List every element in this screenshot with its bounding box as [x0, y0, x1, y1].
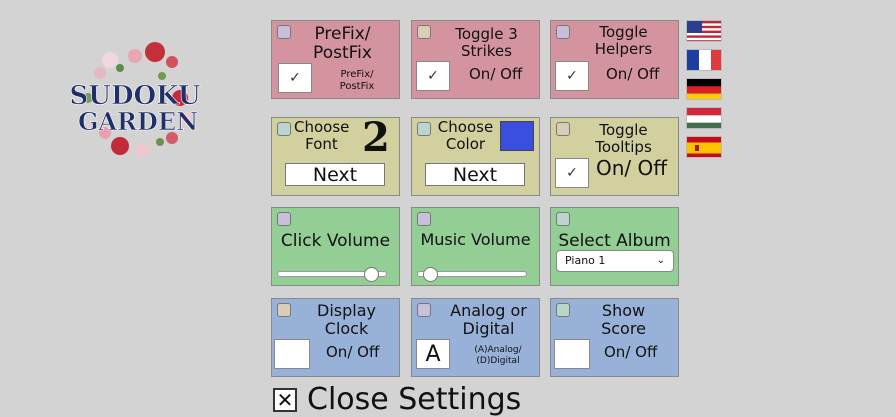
toggle-helpers-checkbox[interactable]: ✓: [555, 61, 589, 91]
toggle-tooltips-state: On/ Off: [596, 156, 668, 180]
font-preview-digit: 2: [362, 114, 390, 161]
close-icon[interactable]: ✕: [273, 388, 297, 412]
svg-text:GARDEN: GARDEN: [78, 107, 198, 136]
card-corner-checkbox[interactable]: [417, 303, 431, 317]
toggle-strikes-card: Toggle 3 Strikes ✓ On/ Off: [411, 20, 540, 99]
toggle-tooltips-checkbox[interactable]: ✓: [555, 158, 589, 188]
close-settings-label[interactable]: Close Settings: [307, 382, 521, 417]
display-clock-title: Display Clock: [317, 301, 376, 338]
us-flag-icon[interactable]: [686, 20, 722, 42]
prefix-postfix-state: PreFix/ PostFix: [339, 69, 375, 92]
toggle-tooltips-card: Toggle Tooltips ✓ On/ Off: [550, 117, 679, 196]
choose-font-title: Choose Font: [294, 118, 350, 153]
hungary-flag-icon[interactable]: [686, 107, 722, 129]
prefix-postfix-checkbox[interactable]: ✓: [278, 63, 312, 93]
music-volume-title: Music Volume: [420, 230, 531, 249]
analog-digital-hint: (A)Analog/ (D)Digital: [474, 345, 522, 366]
select-album-title: Select Album: [558, 231, 671, 251]
prefix-postfix-card: PreFix/ PostFix ✓ PreFix/ PostFix: [271, 20, 400, 99]
sudoku-garden-logo: SUDOKU GARDEN: [60, 38, 210, 168]
show-score-checkbox[interactable]: [554, 339, 590, 369]
analog-digital-input[interactable]: A: [416, 339, 450, 369]
click-volume-slider-knob[interactable]: [364, 267, 380, 282]
card-corner-checkbox[interactable]: [556, 25, 570, 39]
card-corner-checkbox[interactable]: [417, 122, 431, 136]
card-corner-checkbox[interactable]: [417, 25, 431, 39]
toggle-helpers-card: Toggle Helpers ✓ On/ Off: [550, 20, 679, 99]
display-clock-checkbox[interactable]: [274, 339, 310, 369]
card-corner-checkbox[interactable]: [277, 212, 291, 226]
display-clock-state: On/ Off: [326, 343, 380, 361]
toggle-tooltips-title: Toggle Tooltips: [595, 121, 652, 156]
card-corner-checkbox[interactable]: [556, 122, 570, 136]
color-swatch[interactable]: [500, 121, 534, 151]
card-corner-checkbox[interactable]: [556, 212, 570, 226]
analog-digital-card: Analog or Digital A (A)Analog/ (D)Digita…: [411, 298, 540, 377]
color-next-button[interactable]: Next: [425, 163, 525, 186]
show-score-card: Show Score On/ Off: [550, 298, 679, 377]
choose-color-title: Choose Color: [437, 118, 494, 153]
show-score-state: On/ Off: [604, 343, 658, 361]
analog-digital-title: Analog or Digital: [450, 301, 527, 338]
card-corner-checkbox[interactable]: [417, 212, 431, 226]
music-volume-card: Music Volume: [411, 207, 540, 286]
toggle-strikes-title: Toggle 3 Strikes: [455, 25, 518, 60]
toggle-helpers-state: On/ Off: [606, 65, 660, 83]
prefix-postfix-title: PreFix/ PostFix: [313, 24, 372, 63]
click-volume-card: Click Volume: [271, 207, 400, 286]
spain-flag-icon[interactable]: [686, 136, 722, 158]
card-corner-checkbox[interactable]: [277, 122, 291, 136]
album-selected-value: Piano 1: [565, 254, 606, 267]
card-corner-checkbox[interactable]: [277, 25, 291, 39]
display-clock-card: Display Clock On/ Off: [271, 298, 400, 377]
card-corner-checkbox[interactable]: [556, 303, 570, 317]
album-select[interactable]: Piano 1 ⌄: [556, 250, 674, 272]
choose-font-card: Choose Font 2 Next: [271, 114, 400, 196]
france-flag-icon[interactable]: [686, 49, 722, 71]
choose-color-card: Choose Color Next: [411, 117, 540, 196]
show-score-title: Show Score: [601, 301, 646, 338]
germany-flag-icon[interactable]: [686, 78, 722, 100]
font-next-button[interactable]: Next: [285, 163, 385, 186]
toggle-strikes-state: On/ Off: [469, 65, 523, 83]
music-volume-slider-knob[interactable]: [422, 267, 438, 282]
card-corner-checkbox[interactable]: [277, 303, 291, 317]
select-album-card: Select Album Piano 1 ⌄: [550, 207, 679, 286]
toggle-strikes-checkbox[interactable]: ✓: [416, 61, 450, 91]
chevron-down-icon: ⌄: [656, 255, 665, 266]
click-volume-title: Click Volume: [280, 231, 391, 251]
toggle-helpers-title: Toggle Helpers: [594, 23, 653, 58]
